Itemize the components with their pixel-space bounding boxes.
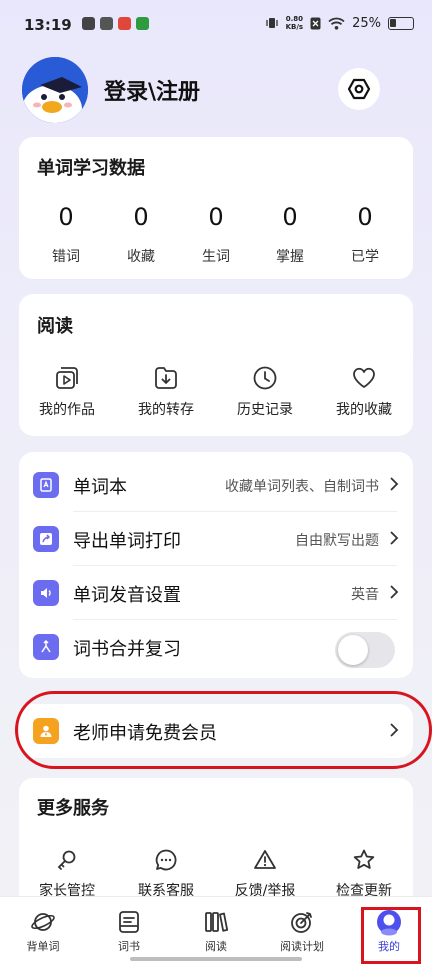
reading-history[interactable]: 历史记录 bbox=[217, 364, 313, 419]
avatar[interactable] bbox=[22, 57, 88, 123]
reading-my-saved[interactable]: 我的转存 bbox=[118, 364, 214, 419]
more-services-card: 更多服务 家长管控 联系客服 反馈/举报 检查更新 bbox=[19, 778, 413, 908]
settings-list-card: 单词本 收藏单词列表、自制词书 导出单词打印 自由默写出题 单词发音设置 英音 … bbox=[19, 452, 413, 678]
chevron-right-icon bbox=[390, 531, 399, 545]
pronunciation-row[interactable]: 单词发音设置 英音 bbox=[19, 566, 413, 620]
row-title: 导出单词打印 bbox=[73, 531, 181, 552]
duck-mascot-icon bbox=[22, 57, 88, 123]
row-subtitle: 英音 bbox=[351, 587, 379, 603]
weibo-icon bbox=[118, 17, 131, 30]
export-print-row[interactable]: 导出单词打印 自由默写出题 bbox=[19, 512, 413, 566]
chevron-right-icon bbox=[390, 585, 399, 599]
works-icon bbox=[56, 367, 78, 389]
star-update-icon bbox=[353, 849, 375, 869]
key-icon bbox=[57, 850, 76, 870]
row-subtitle: 自由默写出题 bbox=[295, 533, 379, 549]
status-time: 13:19 bbox=[24, 16, 72, 34]
stats-title: 单词学习数据 bbox=[37, 158, 145, 179]
vibrate-icon bbox=[265, 18, 278, 28]
net-speed: 0.80 KB/s bbox=[285, 15, 304, 31]
settings-button[interactable] bbox=[338, 68, 380, 110]
stat-new-words[interactable]: 0 生词 bbox=[179, 203, 253, 266]
book-icon bbox=[33, 472, 59, 498]
nav-reading[interactable]: 阅读 bbox=[180, 909, 252, 954]
stat-learned[interactable]: 0 已学 bbox=[328, 203, 402, 266]
merge-icon bbox=[33, 634, 59, 660]
export-icon bbox=[33, 526, 59, 552]
reading-title: 阅读 bbox=[37, 316, 73, 337]
home-indicator bbox=[130, 957, 302, 961]
word-stats-card: 单词学习数据 0 错词 0 收藏 0 生词 0 掌握 0 已学 bbox=[19, 137, 413, 279]
battery-percent: 25% bbox=[352, 15, 381, 31]
nav-memorize-words[interactable]: 背单词 bbox=[7, 909, 79, 954]
app-notification-icon bbox=[82, 17, 95, 30]
heart-icon bbox=[353, 367, 375, 388]
service-parental-control[interactable]: 家长管控 bbox=[19, 848, 115, 900]
nav-wordbooks[interactable]: 词书 bbox=[93, 909, 165, 954]
clock-icon bbox=[253, 366, 277, 390]
service-check-update[interactable]: 检查更新 bbox=[316, 848, 412, 900]
login-register-link[interactable]: 登录\注册 bbox=[104, 74, 200, 106]
more-title: 更多服务 bbox=[37, 798, 109, 819]
row-title: 词书合并复习 bbox=[73, 639, 181, 660]
merge-review-row: 词书合并复习 bbox=[19, 620, 413, 674]
nav-reading-plan[interactable]: 阅读计划 bbox=[266, 909, 338, 954]
planet-icon bbox=[31, 913, 55, 931]
target-icon bbox=[291, 912, 312, 933]
wifi-icon bbox=[328, 17, 345, 30]
sim-icon bbox=[310, 17, 321, 29]
reading-my-favorites[interactable]: 我的收藏 bbox=[316, 364, 412, 419]
hexagon-settings-icon bbox=[347, 78, 371, 100]
row-title: 单词本 bbox=[73, 477, 127, 498]
row-subtitle: 收藏单词列表、自制词书 bbox=[225, 479, 379, 495]
bookshelf-icon bbox=[205, 912, 229, 932]
notification-icons bbox=[82, 17, 149, 30]
service-feedback-report[interactable]: 反馈/举报 bbox=[217, 848, 313, 900]
merge-review-toggle[interactable] bbox=[335, 632, 395, 668]
download-box-icon bbox=[155, 367, 177, 389]
wordbook-row[interactable]: 单词本 收藏单词列表、自制词书 bbox=[19, 458, 413, 512]
stat-wrong-words[interactable]: 0 错词 bbox=[29, 203, 103, 266]
warning-icon bbox=[254, 850, 276, 869]
status-bar: 13:19 0.80 KB/s 25% bbox=[0, 0, 432, 50]
battery-icon bbox=[388, 16, 414, 30]
chat-icon bbox=[155, 849, 177, 871]
highlight-annotation bbox=[361, 907, 421, 964]
book-tray-icon bbox=[119, 911, 139, 933]
chevron-right-icon bbox=[390, 477, 399, 491]
stat-favorites[interactable]: 0 收藏 bbox=[104, 203, 178, 266]
stat-mastered[interactable]: 0 掌握 bbox=[253, 203, 327, 266]
reading-card: 阅读 我的作品 我的转存 历史记录 我的收藏 bbox=[19, 294, 413, 436]
service-contact-support[interactable]: 联系客服 bbox=[118, 848, 214, 900]
app-notification-icon bbox=[136, 17, 149, 30]
reading-my-works[interactable]: 我的作品 bbox=[19, 364, 115, 419]
app-notification-icon bbox=[100, 17, 113, 30]
highlight-annotation bbox=[15, 691, 432, 769]
row-title: 单词发音设置 bbox=[73, 585, 181, 606]
speaker-icon bbox=[33, 580, 59, 606]
